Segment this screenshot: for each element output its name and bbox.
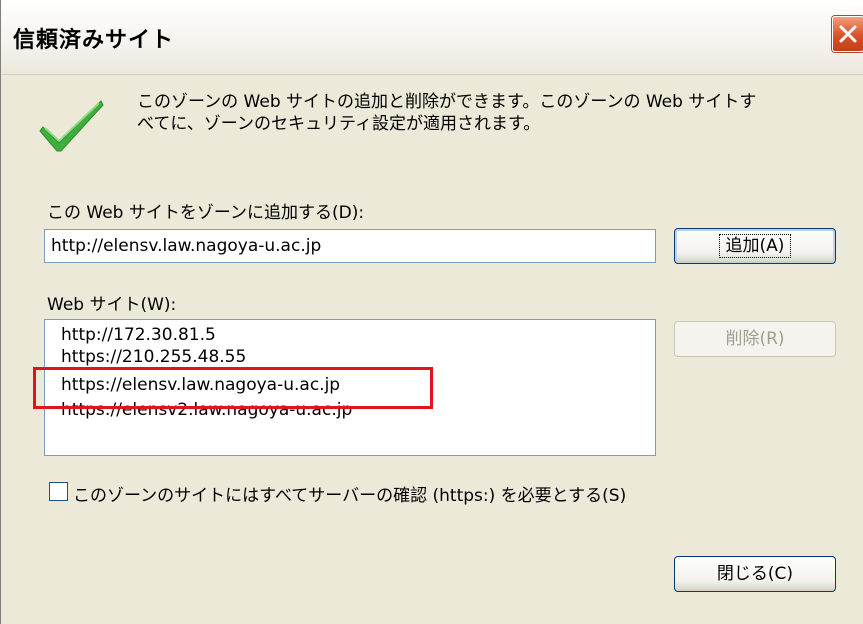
description-line-1: このゾーンの Web サイトの追加と削除ができます。このゾーンの Web サイト… (137, 92, 757, 112)
add-site-label: この Web サイトをゾーンに追加する(D): (47, 203, 365, 223)
site-list-label: Web サイト(W): (47, 295, 177, 315)
check-icon (39, 100, 104, 152)
close-icon (839, 25, 857, 43)
remove-button[interactable]: 削除(R) (674, 321, 836, 357)
title-bar: 信頼済みサイト (1, 0, 863, 75)
add-site-input[interactable]: http://elensv.law.nagoya-u.ac.jp (44, 229, 656, 263)
zone-description: このゾーンの Web サイトの追加と削除ができます。このゾーンの Web サイト… (137, 91, 837, 135)
trusted-sites-dialog: 信頼済みサイト このゾーンの Web サイトの追加と削除ができます。このゾーンの… (0, 0, 863, 624)
require-https-checkbox[interactable] (49, 482, 68, 501)
window-title: 信頼済みサイト (13, 28, 175, 53)
add-button-label: 追加(A) (718, 234, 792, 258)
require-https-label[interactable]: このゾーンのサイトにはすべてサーバーの確認 (https:) を必要とする(S) (73, 481, 626, 506)
list-item[interactable]: https://210.255.48.55 (61, 347, 246, 367)
highlight-box (33, 367, 433, 409)
window-close-button[interactable] (832, 16, 863, 52)
list-item[interactable]: http://172.30.81.5 (61, 325, 216, 345)
add-button[interactable]: 追加(A) (674, 228, 836, 264)
close-button[interactable]: 閉じる(C) (674, 556, 836, 592)
description-line-2: べてに、ゾーンのセキュリティ設定が適用されます。 (137, 114, 541, 134)
